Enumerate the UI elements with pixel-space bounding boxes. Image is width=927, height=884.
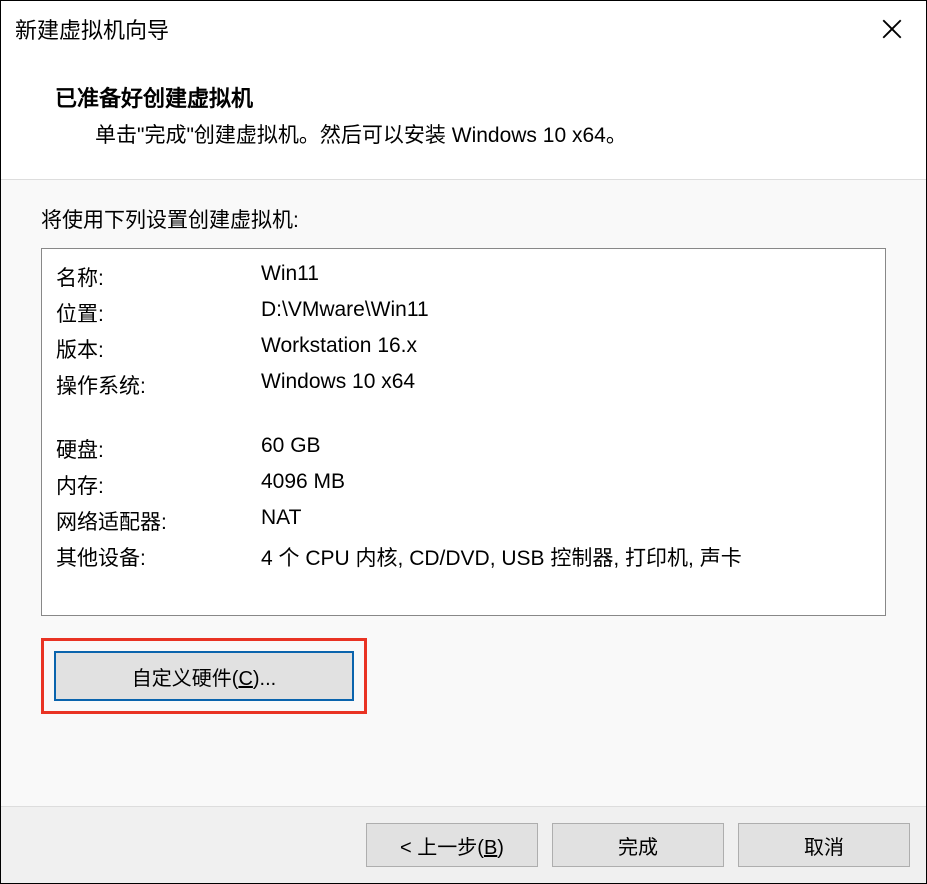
back-button-prefix: < 上一步( [400,837,484,859]
table-gap [56,403,871,431]
table-row: 其他设备: 4 个 CPU 内核, CD/DVD, USB 控制器, 打印机, … [56,539,871,575]
setting-value-other: 4 个 CPU 内核, CD/DVD, USB 控制器, 打印机, 声卡 [261,539,871,575]
setting-key-name: 名称: [56,259,261,295]
setting-value-memory: 4096 MB [261,467,871,503]
setting-value-location: D:\VMware\Win11 [261,295,871,331]
settings-summary-box: 名称: Win11 位置: D:\VMware\Win11 版本: Workst… [41,248,886,616]
setting-key-memory: 内存: [56,467,261,503]
new-vm-wizard-dialog: 新建虚拟机向导 已准备好创建虚拟机 单击"完成"创建虚拟机。然后可以安装 Win… [0,0,927,884]
setting-value-name: Win11 [261,259,871,295]
content-region: 将使用下列设置创建虚拟机: 名称: Win11 位置: D:\VMware\Wi… [1,179,926,806]
footer-region: < 上一步(B) 完成 取消 [1,806,926,883]
setting-key-version: 版本: [56,331,261,367]
table-row: 硬盘: 60 GB [56,431,871,467]
setting-key-os: 操作系统: [56,367,261,403]
back-button[interactable]: < 上一步(B) [366,823,538,867]
highlight-annotation: 自定义硬件(C)... [41,638,367,714]
back-button-mnemonic: B [484,837,497,859]
setting-value-os: Windows 10 x64 [261,367,871,403]
setting-key-location: 位置: [56,295,261,331]
table-row: 位置: D:\VMware\Win11 [56,295,871,331]
page-heading: 已准备好创建虚拟机 [55,81,906,113]
customize-button-mnemonic: C [238,668,252,690]
finish-button[interactable]: 完成 [552,823,724,867]
setting-value-network: NAT [261,503,871,539]
setting-key-other: 其他设备: [56,539,261,575]
close-button[interactable] [872,9,912,49]
customize-button-suffix: )... [253,668,276,690]
setting-key-network: 网络适配器: [56,503,261,539]
table-row: 版本: Workstation 16.x [56,331,871,367]
settings-table: 名称: Win11 位置: D:\VMware\Win11 版本: Workst… [56,259,871,575]
setting-value-disk: 60 GB [261,431,871,467]
window-title: 新建虚拟机向导 [15,13,169,45]
titlebar: 新建虚拟机向导 [1,1,926,57]
customize-button-prefix: 自定义硬件( [132,668,239,690]
close-icon [882,19,902,39]
settings-label: 将使用下列设置创建虚拟机: [41,204,886,234]
page-subtext: 单击"完成"创建虚拟机。然后可以安装 Windows 10 x64。 [55,119,906,149]
setting-value-version: Workstation 16.x [261,331,871,367]
table-row: 名称: Win11 [56,259,871,295]
table-row: 内存: 4096 MB [56,467,871,503]
header-region: 已准备好创建虚拟机 单击"完成"创建虚拟机。然后可以安装 Windows 10 … [1,57,926,179]
setting-key-disk: 硬盘: [56,431,261,467]
table-row: 操作系统: Windows 10 x64 [56,367,871,403]
customize-hardware-button[interactable]: 自定义硬件(C)... [54,651,354,701]
cancel-button[interactable]: 取消 [738,823,910,867]
table-row: 网络适配器: NAT [56,503,871,539]
back-button-suffix: ) [497,837,504,859]
